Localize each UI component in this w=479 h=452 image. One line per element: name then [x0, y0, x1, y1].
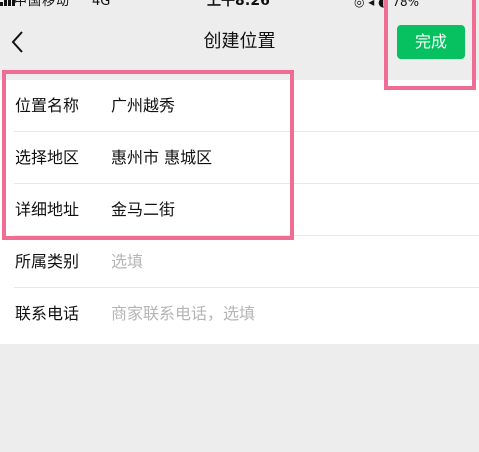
form-row-address[interactable]: 详细地址 金马二街: [0, 184, 479, 236]
region-select[interactable]: 惠州市 惠城区: [111, 146, 212, 170]
carrier-name: 中国移动: [14, 0, 71, 9]
category-label: 所属类别: [15, 252, 80, 271]
phone-label: 联系电话: [15, 304, 80, 323]
phone-input[interactable]: 商家联系电话，选填: [111, 302, 255, 326]
category-select[interactable]: 选填: [111, 250, 143, 274]
done-button[interactable]: 完成: [397, 25, 465, 59]
status-bar: 中国移动 4G 上午8:26 ◎ ◂ ◐ 78%: [0, 0, 479, 14]
location-name-input[interactable]: 广州越秀: [111, 94, 175, 118]
form-row-category[interactable]: 所属类别 选填: [0, 236, 479, 288]
location-form: 位置名称 广州越秀 选择地区 惠州市 惠城区 详细地址 金马二街 所属类别 选填…: [0, 80, 479, 344]
address-label: 详细地址: [15, 200, 80, 219]
region-label: 选择地区: [15, 148, 80, 167]
form-row-location-name[interactable]: 位置名称 广州越秀: [0, 80, 479, 132]
signal-icon: [0, 0, 15, 6]
network-type: 4G: [92, 0, 111, 9]
address-input[interactable]: 金马二街: [111, 198, 175, 222]
form-row-region[interactable]: 选择地区 惠州市 惠城区: [0, 132, 479, 184]
location-name-label: 位置名称: [15, 96, 80, 115]
status-icons: ◎ ◂ ◐ 78%: [354, 0, 420, 9]
nav-bar: 创建位置 完成: [0, 14, 479, 72]
form-row-phone[interactable]: 联系电话 商家联系电话，选填: [0, 288, 479, 340]
status-time: 上午8:26: [207, 0, 270, 9]
